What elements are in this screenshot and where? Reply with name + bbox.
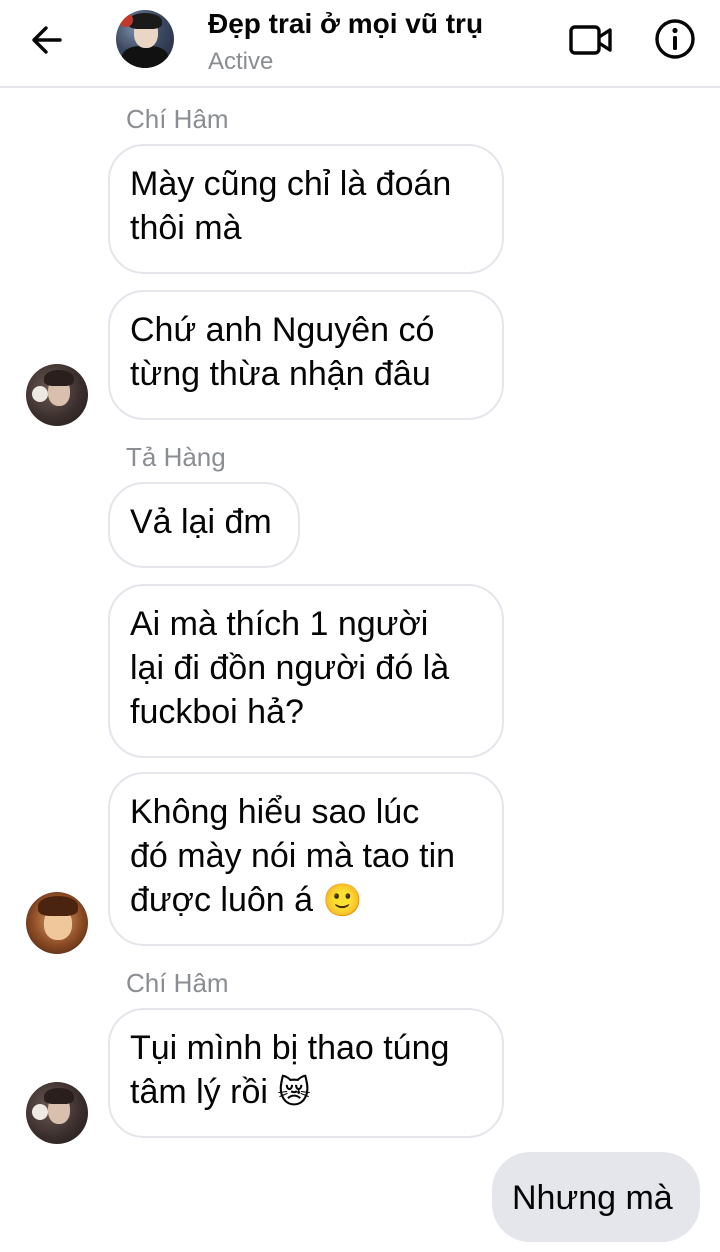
message-text: Vả lại đm xyxy=(130,503,272,541)
message-bubble[interactable]: Không hiểu sao lúc đó mày nói mà tao tin… xyxy=(108,772,504,946)
message-bubble[interactable]: Chứ anh Nguyên có từng thừa nhận đâu xyxy=(108,290,504,420)
message-bubble[interactable]: Ai mà thích 1 người lại đi đồn người đó … xyxy=(108,584,504,758)
message-text: được luôn á xyxy=(130,881,314,919)
sender-avatar[interactable] xyxy=(26,892,88,954)
info-button[interactable] xyxy=(650,16,700,62)
message-text: Tụi mình bị thao túng xyxy=(130,1029,450,1067)
message-bubble[interactable]: Mày cũng chỉ là đoán thôi mà xyxy=(108,144,504,274)
video-camera-icon xyxy=(569,25,612,55)
sender-avatar[interactable] xyxy=(26,1082,88,1144)
active-status: Active xyxy=(208,48,274,75)
sender-avatar[interactable] xyxy=(26,364,88,426)
chat-screen: Đẹp trai ở mọi vũ trụ Active Chí Hâm Mày… xyxy=(0,0,720,1252)
sender-name: Chí Hâm xyxy=(126,104,229,134)
arrow-left-icon xyxy=(32,26,62,54)
sender-name: Tả Hàng xyxy=(126,442,226,472)
message-text: tâm lý rồi xyxy=(130,1073,268,1111)
message-text: Chứ anh Nguyên có xyxy=(130,311,435,349)
message-text: thôi mà xyxy=(130,209,242,247)
slightly-smiling-face-icon: 🙂 xyxy=(322,881,363,919)
message-text: Không hiểu sao lúc xyxy=(130,793,420,831)
video-call-button[interactable] xyxy=(566,18,616,62)
contact-name[interactable]: Đẹp trai ở mọi vũ trụ xyxy=(208,8,483,40)
crying-cat-icon: 😿 xyxy=(277,1073,311,1111)
message-text: Nhưng mà xyxy=(512,1179,673,1217)
message-text: Ai mà thích 1 người xyxy=(130,605,429,643)
message-text: fuckboi hả? xyxy=(130,693,304,731)
message-text: lại đi đồn người đó là xyxy=(130,649,450,687)
outgoing-message-bubble[interactable]: Nhưng mà xyxy=(492,1152,700,1242)
info-icon xyxy=(655,19,695,59)
contact-avatar[interactable] xyxy=(116,10,174,68)
message-text: đó mày nói mà tao tin xyxy=(130,837,456,875)
chat-header: Đẹp trai ở mọi vũ trụ Active xyxy=(0,0,720,88)
message-text: Mày cũng chỉ là đoán xyxy=(130,165,452,203)
sender-name: Chí Hâm xyxy=(126,968,229,998)
message-bubble[interactable]: Tụi mình bị thao túng tâm lý rồi 😿 xyxy=(108,1008,504,1138)
message-bubble[interactable]: Vả lại đm xyxy=(108,482,300,568)
back-button[interactable] xyxy=(22,18,72,62)
message-text: từng thừa nhận đâu xyxy=(130,355,431,393)
